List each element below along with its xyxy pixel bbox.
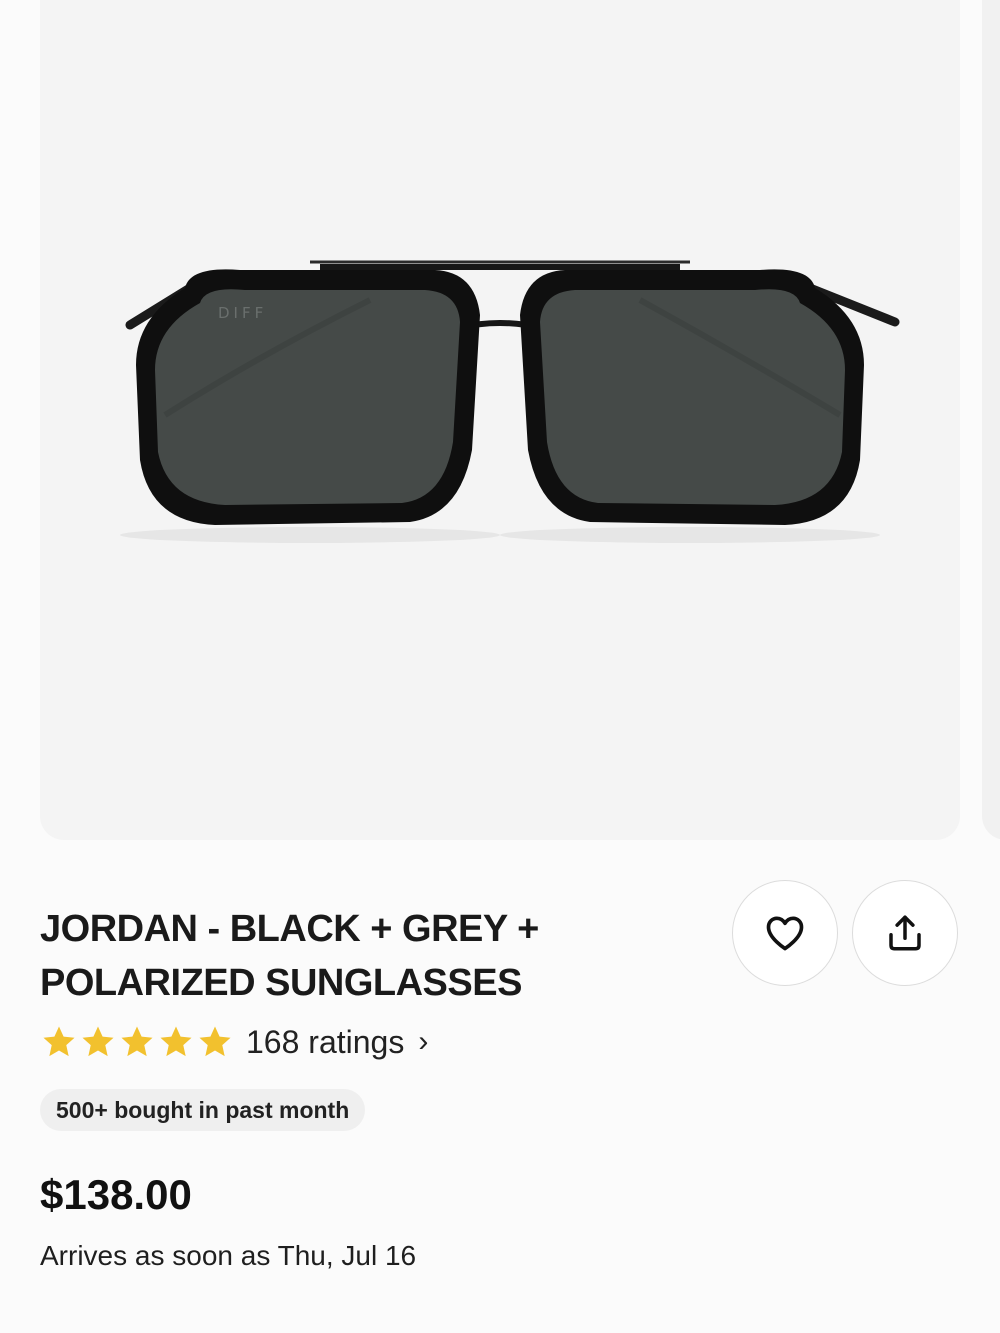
ratings-link[interactable]: 168 ratings › <box>40 1018 428 1066</box>
share-icon <box>889 915 921 951</box>
heart-icon <box>766 916 804 951</box>
next-image-peek[interactable] <box>982 0 1000 840</box>
star-rating <box>40 1023 234 1061</box>
favorite-button[interactable] <box>732 880 838 986</box>
product-image-sunglasses: DIFF <box>120 260 900 543</box>
product-page: DIFF JORDAN - BLACK + GREY + POLARIZED S… <box>0 0 1000 1333</box>
product-image-gallery[interactable]: DIFF <box>40 0 960 840</box>
product-price: $138.00 <box>40 1171 192 1218</box>
share-button[interactable] <box>852 880 958 986</box>
star-icon <box>199 1026 231 1057</box>
chevron-right-icon: › <box>418 1025 429 1058</box>
delivery-estimate: Arrives as soon as Thu, Jul 16 <box>40 1240 417 1271</box>
star-icon <box>43 1026 75 1057</box>
star-icon <box>82 1026 114 1057</box>
purchase-count-badge: 500+ bought in past month <box>40 1089 366 1131</box>
svg-text:DIFF: DIFF <box>218 304 267 322</box>
product-title: JORDAN - BLACK + GREY + POLARIZED SUNGLA… <box>40 908 539 1004</box>
star-icon <box>160 1026 192 1057</box>
ratings-count: 168 ratings <box>246 1023 405 1060</box>
star-icon <box>121 1026 153 1057</box>
